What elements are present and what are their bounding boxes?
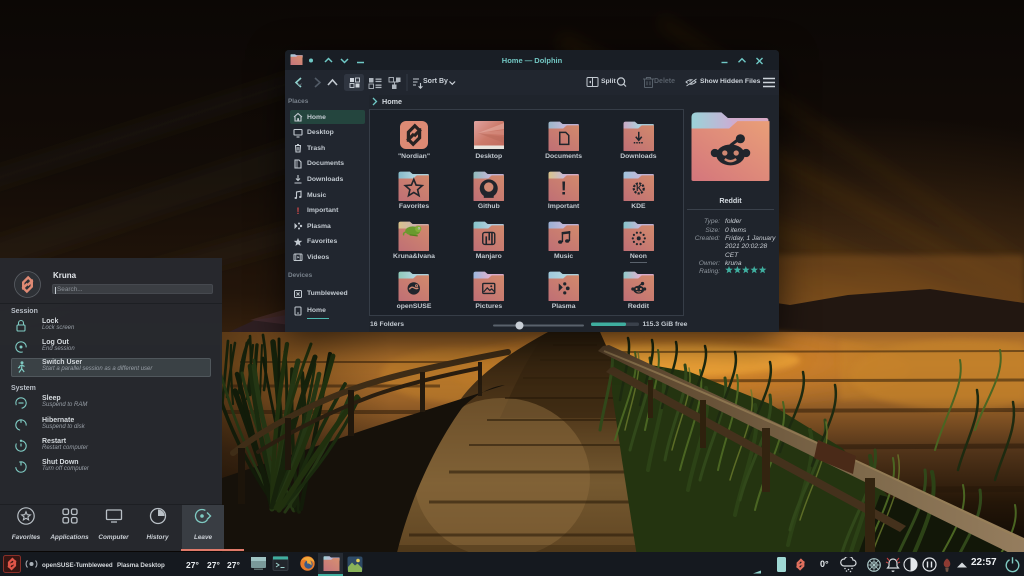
svg-text:K: K bbox=[636, 184, 642, 193]
svg-text:!: ! bbox=[297, 206, 300, 216]
svg-text:!: ! bbox=[560, 177, 566, 198]
